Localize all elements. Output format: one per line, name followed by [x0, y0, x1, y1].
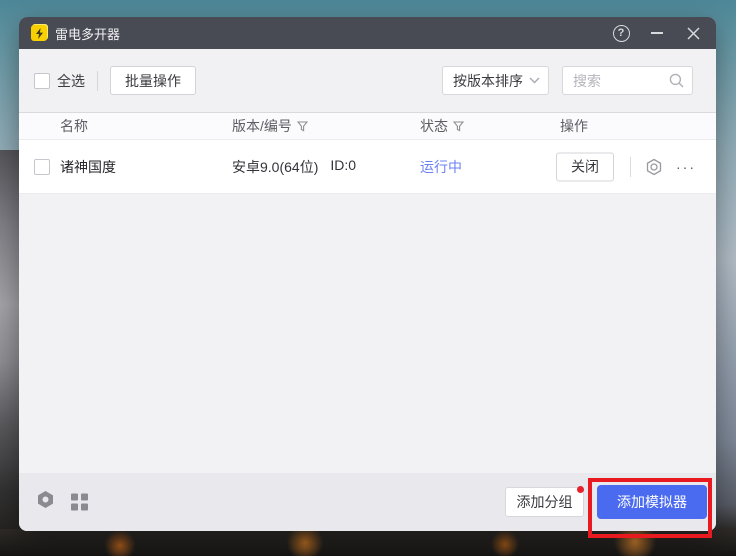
titlebar: 雷电多开器 ? — [19, 17, 716, 49]
add-group-button[interactable]: 添加分组 — [505, 487, 584, 517]
multi-window-button[interactable] — [71, 494, 88, 511]
minimize-button[interactable] — [646, 22, 668, 44]
emulator-settings-button[interactable] — [644, 157, 664, 177]
annotation-rectangle — [588, 478, 712, 538]
select-all-checkbox[interactable] — [34, 73, 50, 89]
settings-button[interactable] — [36, 490, 55, 514]
app-window: 雷电多开器 ? 全选 批量操作 按版本排序 — [19, 17, 716, 531]
status-badge: 运行中 — [420, 157, 462, 177]
emulator-name: 诸神国度 — [60, 157, 116, 177]
minimize-icon — [651, 32, 663, 34]
search-input[interactable] — [573, 73, 663, 89]
sort-dropdown-value: 按版本排序 — [453, 71, 523, 91]
row-divider — [630, 157, 631, 177]
gear-icon — [645, 158, 663, 176]
sort-dropdown[interactable]: 按版本排序 — [442, 66, 549, 95]
settings-gear-icon — [36, 490, 55, 509]
header-version: 版本/编号 — [232, 116, 308, 136]
toolbar: 全选 批量操作 按版本排序 — [19, 49, 716, 112]
search-icon — [669, 73, 684, 88]
notification-dot — [577, 486, 584, 493]
close-emulator-button[interactable]: 关闭 — [556, 152, 614, 181]
search-box — [562, 66, 693, 95]
help-button[interactable]: ? — [610, 22, 632, 44]
app-logo-lightning-icon — [31, 25, 47, 41]
header-name: 名称 — [60, 116, 88, 136]
emulator-version: 安卓9.0(64位) ID:0 — [232, 157, 356, 177]
grid-icon — [71, 494, 78, 501]
select-all-label: 全选 — [57, 71, 85, 91]
wallpaper-mountain-left — [0, 150, 21, 556]
header-operation: 操作 — [560, 116, 588, 136]
emulator-row: 诸神国度 安卓9.0(64位) ID:0 运行中 关闭 ··· — [19, 140, 716, 194]
table-header: 名称 版本/编号 状态 操作 — [19, 112, 716, 140]
window-title: 雷电多开器 — [55, 24, 120, 43]
filter-icon[interactable] — [297, 121, 308, 132]
batch-operations-button[interactable]: 批量操作 — [110, 66, 196, 95]
filter-icon[interactable] — [453, 121, 464, 132]
close-icon — [687, 27, 700, 40]
empty-list-area — [19, 194, 716, 473]
android-version: 安卓9.0(64位) — [232, 157, 318, 177]
close-button[interactable] — [682, 22, 704, 44]
header-status: 状态 — [420, 116, 464, 136]
toolbar-divider — [97, 71, 98, 91]
more-actions-button[interactable]: ··· — [674, 159, 698, 175]
emulator-id: ID:0 — [330, 157, 356, 177]
chevron-down-icon — [529, 77, 540, 84]
row-checkbox[interactable] — [34, 159, 50, 175]
help-icon: ? — [613, 25, 630, 42]
